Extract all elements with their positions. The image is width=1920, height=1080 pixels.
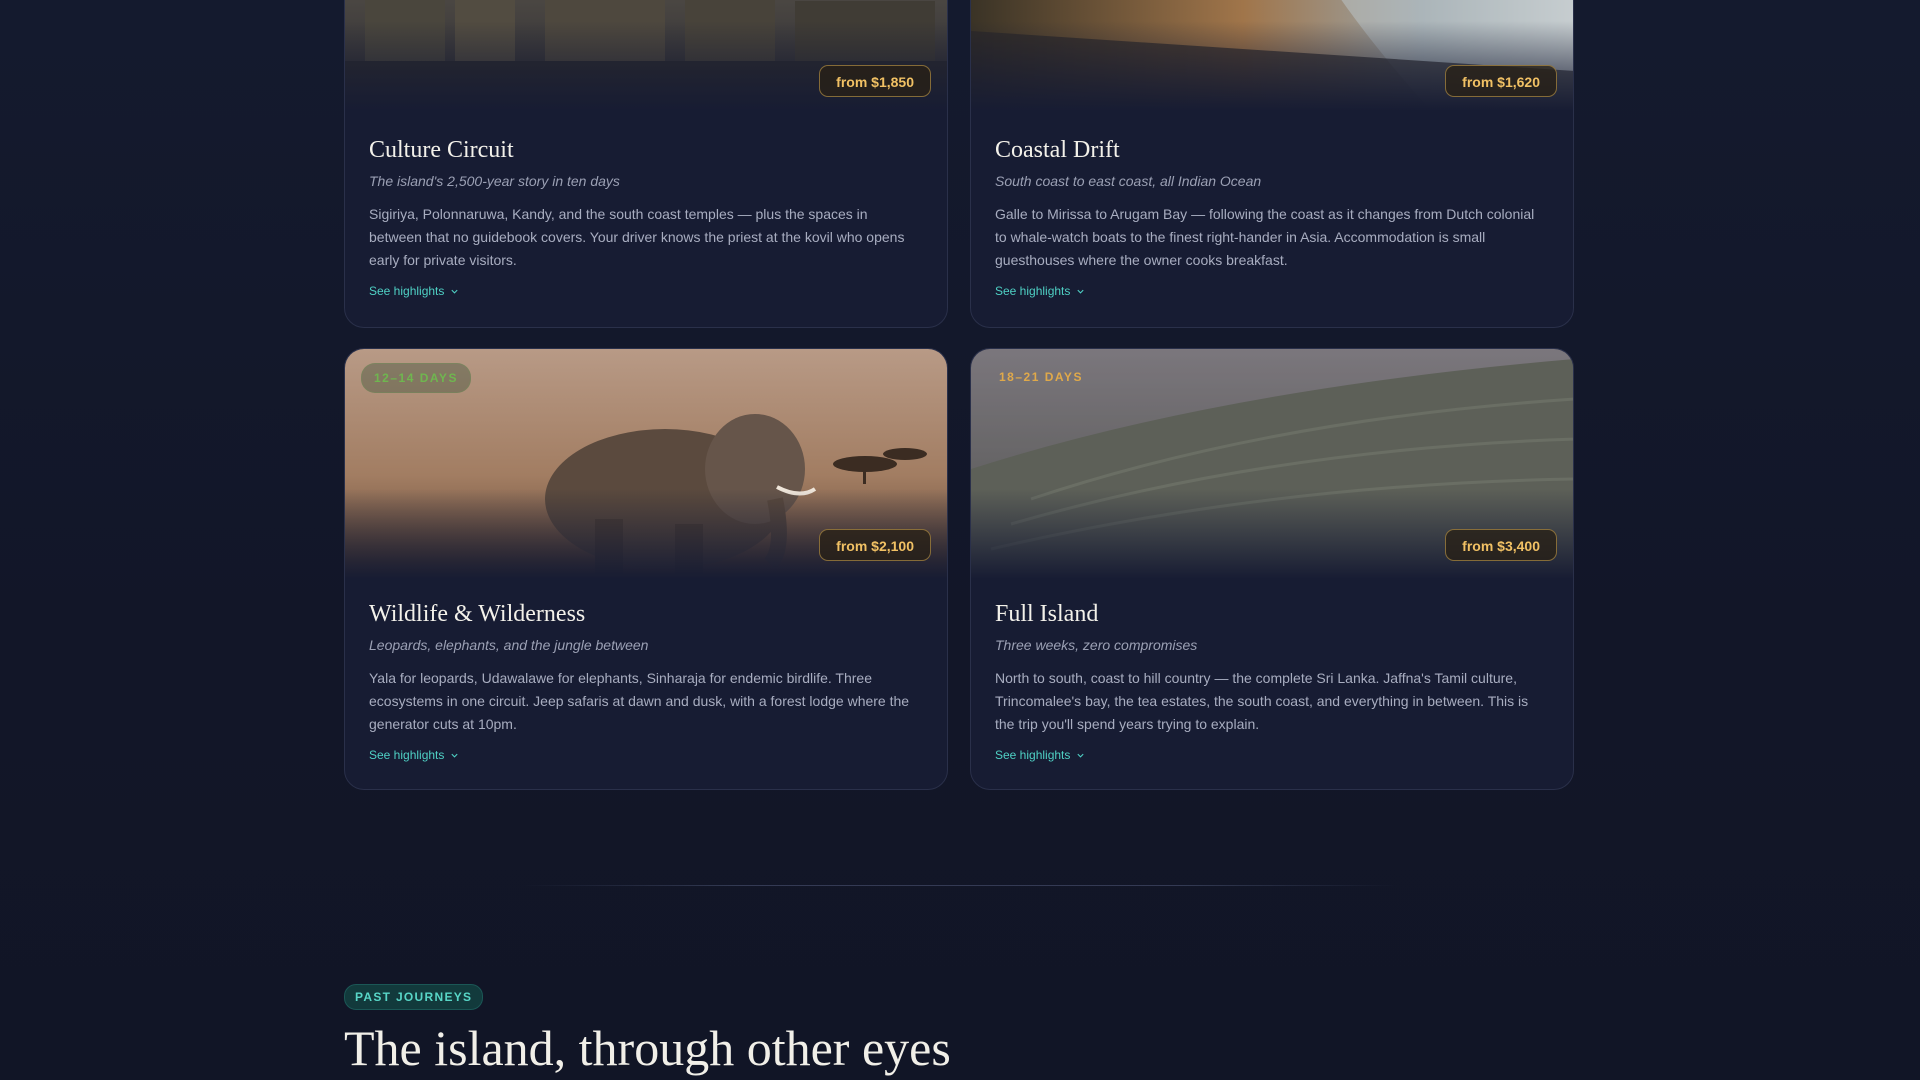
price-badge: from $2,100 xyxy=(819,529,931,561)
see-highlights-link[interactable]: See highlights xyxy=(369,748,459,762)
price-badge: from $1,620 xyxy=(1445,65,1557,97)
tour-description: Galle to Mirissa to Arugam Bay — followi… xyxy=(995,206,1535,268)
tour-card-coastal-drift: from $1,620 Coastal Drift South coast to… xyxy=(970,0,1574,328)
chevron-down-icon xyxy=(1077,753,1084,758)
tour-title: Wildlife & Wilderness xyxy=(369,601,586,627)
see-highlights-link[interactable]: See highlights xyxy=(995,748,1085,762)
tour-subtitle: Three weeks, zero compromises xyxy=(995,637,1198,653)
tour-description: Sigiriya, Polonnaruwa, Kandy, and the so… xyxy=(369,206,905,268)
tour-subtitle: The island's 2,500-year story in ten day… xyxy=(369,173,620,189)
tour-title: Full Island xyxy=(995,601,1099,627)
chevron-down-icon xyxy=(1077,289,1084,294)
price-badge: from $1,850 xyxy=(819,65,931,97)
page: from $1,850 Culture Circuit The island's… xyxy=(0,0,1920,1080)
chevron-down-icon xyxy=(451,753,458,758)
tour-card-culture-circuit: from $1,850 Culture Circuit The island's… xyxy=(344,0,948,328)
section-title: The island, through other eyes xyxy=(344,1020,951,1076)
see-highlights-link[interactable]: See highlights xyxy=(369,284,459,298)
section-eyebrow-badge: PAST JOURNEYS xyxy=(344,984,484,1010)
tour-subtitle: South coast to east coast, all Indian Oc… xyxy=(995,173,1262,189)
tour-card-full-island: 18–21 DAYS from $3,400 Full Island Three… xyxy=(970,348,1574,790)
duration-badge: 12–14 DAYS xyxy=(361,363,471,393)
section-divider xyxy=(520,885,1400,886)
see-highlights-label: See highlights xyxy=(369,284,445,298)
duration-badge: 18–21 DAYS xyxy=(999,370,1083,384)
tour-description: North to south, coast to hill country — … xyxy=(995,670,1529,732)
tour-description: Yala for leopards, Udawalawe for elephan… xyxy=(369,670,910,732)
tour-title: Coastal Drift xyxy=(995,137,1120,163)
tour-card-wildlife-wilderness: 12–14 DAYS from $2,100 Wildlife & Wilder… xyxy=(344,348,948,790)
see-highlights-label: See highlights xyxy=(995,748,1071,762)
see-highlights-label: See highlights xyxy=(995,284,1071,298)
see-highlights-link[interactable]: See highlights xyxy=(995,284,1085,298)
see-highlights-label: See highlights xyxy=(369,748,445,762)
price-badge: from $3,400 xyxy=(1445,529,1557,561)
chevron-down-icon xyxy=(451,289,458,294)
tour-subtitle: Leopards, elephants, and the jungle betw… xyxy=(369,637,649,653)
tour-title: Culture Circuit xyxy=(369,137,514,163)
